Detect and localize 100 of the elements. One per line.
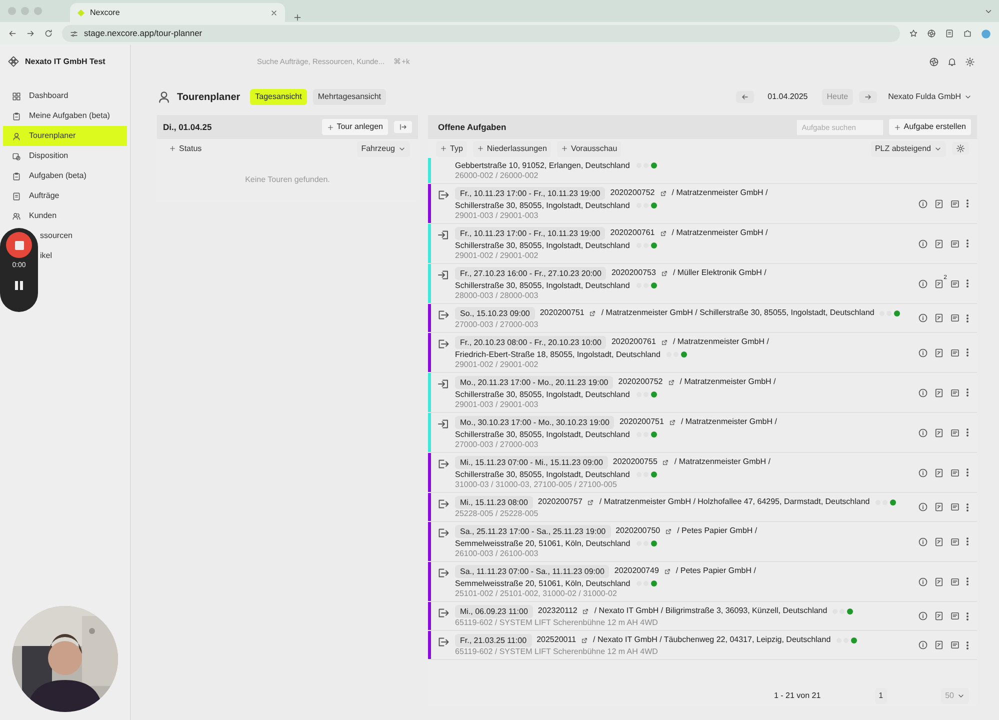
- order-number[interactable]: 2020200751: [619, 416, 664, 428]
- sidebar-item[interactable]: Dashboard: [3, 86, 127, 106]
- aperture-icon[interactable]: [929, 56, 939, 66]
- settings-button[interactable]: [952, 142, 969, 155]
- external-link-icon[interactable]: [660, 190, 667, 196]
- filter-chip[interactable]: Typ: [436, 140, 467, 156]
- info-icon[interactable]: [918, 348, 928, 358]
- note-icon[interactable]: [950, 611, 960, 621]
- info-icon[interactable]: [918, 468, 928, 478]
- note-icon[interactable]: [950, 313, 960, 323]
- external-link-icon[interactable]: [664, 568, 671, 574]
- external-link-icon[interactable]: [665, 528, 672, 534]
- document-icon[interactable]: [934, 502, 944, 512]
- external-link-icon[interactable]: [660, 230, 667, 236]
- note-icon[interactable]: [950, 348, 960, 358]
- order-number[interactable]: 2020200752: [610, 187, 655, 199]
- document-icon[interactable]: [934, 536, 944, 546]
- more-icon[interactable]: [966, 640, 969, 650]
- sidebar-item[interactable]: ssourcen: [40, 226, 127, 246]
- filter-chip[interactable]: Niederlassungen: [472, 140, 551, 156]
- more-icon[interactable]: [966, 468, 969, 477]
- note-icon[interactable]: [950, 198, 960, 208]
- note-icon[interactable]: [950, 238, 960, 248]
- sidebar-item[interactable]: Disposition: [3, 146, 127, 166]
- pause-icon[interactable]: [15, 280, 23, 290]
- info-icon[interactable]: [918, 502, 928, 512]
- external-link-icon[interactable]: [662, 458, 670, 466]
- vehicle-dropdown[interactable]: Fahrzeug: [357, 140, 410, 156]
- info-icon[interactable]: [918, 238, 928, 248]
- more-icon[interactable]: [966, 199, 969, 208]
- more-icon[interactable]: [966, 577, 969, 586]
- sidebar-item[interactable]: Meine Aufgaben (beta): [3, 106, 127, 126]
- more-icon[interactable]: [966, 314, 969, 322]
- document-icon[interactable]: [934, 313, 944, 323]
- close-icon[interactable]: [270, 8, 278, 16]
- document-icon[interactable]: [934, 611, 944, 621]
- order-number[interactable]: 2020200749: [614, 565, 659, 577]
- note-icon[interactable]: [950, 428, 960, 438]
- add-tour-button[interactable]: Tour anlegen: [322, 119, 388, 135]
- document-icon[interactable]: [934, 640, 944, 650]
- note-icon[interactable]: [950, 640, 960, 650]
- document-icon[interactable]: [934, 238, 944, 248]
- branch-dropdown[interactable]: Nexato Fulda GmbH: [883, 89, 977, 105]
- sidebar-item[interactable]: Aufgaben (beta): [3, 166, 127, 186]
- more-icon[interactable]: [966, 612, 969, 620]
- note-icon[interactable]: [950, 388, 960, 398]
- site-settings-icon[interactable]: [70, 30, 78, 38]
- order-number[interactable]: 2020200753: [611, 267, 656, 279]
- note-icon[interactable]: [950, 502, 960, 512]
- more-icon[interactable]: [966, 537, 969, 546]
- sidebar-item[interactable]: ikel: [40, 246, 127, 266]
- collapse-button[interactable]: [394, 121, 412, 133]
- order-number[interactable]: 2020200757: [538, 496, 582, 508]
- more-icon[interactable]: [966, 279, 969, 288]
- sort-dropdown[interactable]: PLZ absteigend: [870, 140, 946, 156]
- note-icon[interactable]: [950, 468, 960, 478]
- note-icon[interactable]: [950, 536, 960, 546]
- document-icon[interactable]: [934, 388, 944, 398]
- external-link-icon[interactable]: [587, 498, 594, 506]
- external-link-icon[interactable]: [582, 608, 590, 614]
- sidebar-item[interactable]: Tourenplaner: [3, 126, 127, 146]
- notification-icon[interactable]: [947, 56, 957, 66]
- document-icon[interactable]: [934, 198, 944, 208]
- info-icon[interactable]: [918, 576, 928, 586]
- info-icon[interactable]: [918, 313, 928, 323]
- more-icon[interactable]: [966, 348, 969, 357]
- sidebar-item[interactable]: Kunden: [3, 206, 127, 226]
- info-icon[interactable]: [918, 278, 928, 288]
- next-day-button[interactable]: [859, 91, 878, 103]
- back-icon[interactable]: [8, 29, 17, 38]
- document-icon[interactable]: [934, 576, 944, 586]
- external-link-icon[interactable]: [668, 378, 675, 386]
- document-icon[interactable]: [934, 278, 944, 288]
- more-icon[interactable]: [966, 428, 969, 437]
- external-link-icon[interactable]: [660, 270, 668, 276]
- external-link-icon[interactable]: [581, 636, 588, 644]
- document-icon[interactable]: [934, 348, 944, 358]
- more-icon[interactable]: [966, 388, 969, 397]
- more-icon[interactable]: [966, 239, 969, 248]
- view-tab[interactable]: Mehrtagesansicht: [312, 89, 386, 105]
- create-task-button[interactable]: Aufgabe erstellen: [888, 119, 971, 135]
- more-icon[interactable]: [966, 502, 969, 512]
- info-icon[interactable]: [918, 198, 928, 208]
- external-link-icon[interactable]: [668, 418, 676, 426]
- info-icon[interactable]: [918, 388, 928, 398]
- info-icon[interactable]: [918, 428, 928, 438]
- reload-icon[interactable]: [44, 29, 53, 38]
- stop-button[interactable]: [6, 232, 32, 258]
- view-tab[interactable]: Tagesansicht: [250, 89, 307, 105]
- order-number[interactable]: 2020200755: [612, 456, 658, 468]
- filter-chip[interactable]: Vorausschau: [556, 140, 622, 156]
- order-number[interactable]: 2020200761: [610, 227, 655, 239]
- new-tab-icon[interactable]: [293, 13, 302, 22]
- forward-icon[interactable]: [26, 29, 35, 38]
- note-icon[interactable]: [950, 278, 960, 288]
- order-number[interactable]: 202520011: [536, 634, 576, 646]
- info-icon[interactable]: [918, 536, 928, 546]
- previous-day-button[interactable]: [736, 91, 754, 103]
- order-number[interactable]: 2020200752: [618, 376, 663, 388]
- browser-tab[interactable]: Nexcore: [70, 3, 285, 22]
